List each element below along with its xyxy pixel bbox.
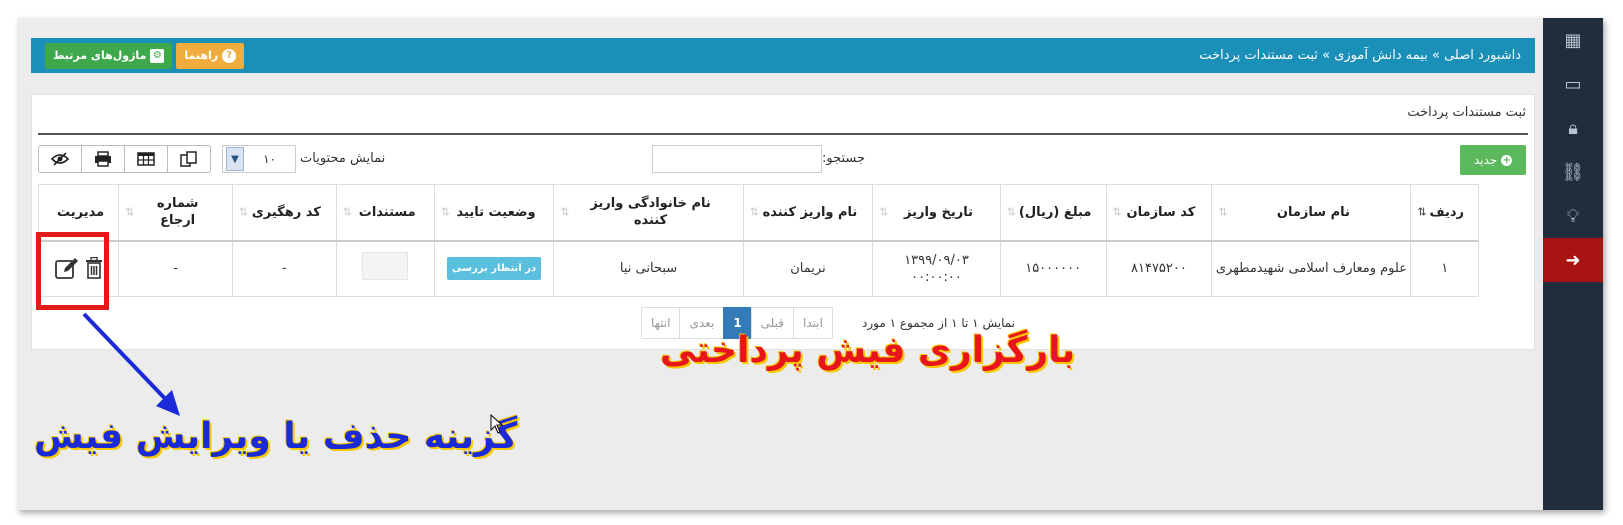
- column-header[interactable]: کد سازمان ⇅: [1105, 184, 1213, 242]
- sidebar: ▦ ▭ 🔒︎ ⛓︎ 💡︎ ➜: [1543, 18, 1603, 510]
- breadcrumb: داشبورد اصلی » بیمه دانش آموزی » ثبت مست…: [1199, 48, 1521, 63]
- header-label: نام سازمان: [1276, 204, 1350, 220]
- gears-icon: ⚙: [150, 48, 165, 63]
- column-header[interactable]: نام واریز کننده ⇅: [742, 184, 874, 242]
- page-length-value: ۱۰: [263, 152, 276, 166]
- cell-row-number: ۱: [1410, 240, 1479, 297]
- highlight-box: [36, 232, 109, 310]
- breadcrumb-bar: داشبورد اصلی » بیمه دانش آموزی » ثبت مست…: [31, 38, 1535, 73]
- sort-icon: ⇅: [560, 205, 570, 219]
- sort-icon: ⇅: [125, 205, 135, 219]
- breadcrumb-item-dashboard[interactable]: داشبورد اصلی: [1444, 48, 1521, 63]
- apps-grid-icon[interactable]: ▦: [1543, 18, 1603, 62]
- page-length-select[interactable]: ▼ ۱۰: [222, 145, 296, 173]
- payment-documents-panel: ثبت مستندات پرداخت + جدید جستجو: نمایش م…: [31, 94, 1535, 350]
- help-button[interactable]: ? راهنما: [176, 42, 245, 69]
- cell-tracking-code: -: [231, 240, 337, 297]
- sort-icon: ⇅: [749, 205, 759, 219]
- lightbulb-icon[interactable]: 💡︎: [1543, 194, 1603, 238]
- cell-org-name: علوم ومعارف اسلامی شهیدمطهری: [1211, 240, 1412, 297]
- annotation-arrow: [82, 312, 180, 416]
- column-header[interactable]: ردیف ⇅: [1410, 184, 1479, 242]
- breadcrumb-item-current: ثبت مستندات پرداخت: [1199, 48, 1318, 63]
- cell-last-name: سبحانی نیا: [553, 240, 744, 297]
- help-button-label: راهنما: [184, 49, 219, 62]
- annotation-title: بارگزاری فیش پرداختی: [660, 330, 1076, 371]
- column-header[interactable]: مستندات ⇅: [335, 184, 435, 242]
- sort-icon: ⇅: [440, 205, 450, 219]
- annotation-hint: گزینه حذف یا ویرایش فیش: [34, 416, 518, 457]
- header-label: نام خانوادگی واریز کننده: [590, 196, 711, 229]
- date-value: ۱۳۹۹/۰۹/۰۳: [904, 252, 969, 268]
- breadcrumb-separator: »: [1322, 48, 1331, 63]
- table-icon[interactable]: [124, 145, 168, 173]
- header-label: مستندات: [358, 204, 416, 220]
- breadcrumb-item-insurance[interactable]: بیمه دانش آموزی: [1334, 48, 1428, 63]
- time-value: ۰۰:۰۰:۰۰: [911, 269, 962, 285]
- search-label: جستجو:: [822, 151, 866, 166]
- monitor-icon[interactable]: ▭: [1543, 62, 1603, 106]
- header-label: مدیریت: [57, 204, 105, 220]
- cell-amount: ۱۵۰۰۰۰۰۰: [999, 240, 1107, 297]
- related-modules-button[interactable]: ⚙ ماژول‌های مرتبط: [45, 42, 173, 69]
- plus-circle-icon: +: [1501, 154, 1513, 166]
- mouse-cursor-icon: [490, 414, 504, 434]
- sort-icon: ⇅: [1417, 205, 1427, 219]
- header-label: مبلغ (ریال): [1018, 204, 1092, 220]
- table-tools: [38, 145, 211, 173]
- column-header[interactable]: کد رهگیری ⇅: [231, 184, 337, 242]
- print-icon[interactable]: [81, 145, 125, 173]
- cell-reference-no: -: [118, 240, 233, 297]
- table-row: ۱ علوم ومعارف اسلامی شهیدمطهری ۸۱۴۷۵۲۰۰ …: [37, 240, 1479, 297]
- header-label: شماره ارجاع: [156, 196, 199, 229]
- status-badge: در انتظار بررسی: [447, 257, 542, 281]
- page-length-label: نمایش محتویات: [300, 151, 386, 166]
- copy-icon[interactable]: [167, 145, 211, 173]
- column-header[interactable]: شماره ارجاع ⇅: [118, 184, 233, 242]
- document-thumbnail[interactable]: [362, 252, 409, 281]
- column-header[interactable]: نام سازمان ⇅: [1211, 184, 1412, 242]
- header-label: کد سازمان: [1126, 204, 1196, 220]
- top-button-group: ? راهنما ⚙ ماژول‌های مرتبط: [45, 42, 245, 69]
- column-header[interactable]: تاریخ واریز ⇅: [872, 184, 1001, 242]
- cell-documents: [335, 240, 435, 297]
- divider: [38, 133, 1528, 135]
- table-header-row: ردیف ⇅ نام سازمان ⇅ کد سازمان ⇅ مبلغ (ریال)…: [37, 184, 1479, 242]
- sort-icon: ⇅: [1112, 205, 1122, 219]
- table-info: نمایش ۱ تا ۱ از مجموع ۱ مورد: [862, 316, 1016, 330]
- new-button[interactable]: + جدید: [1460, 145, 1526, 175]
- column-header[interactable]: نام خانوادگی واریز کننده ⇅: [553, 184, 744, 242]
- cell-org-code: ۸۱۴۷۵۲۰۰: [1105, 240, 1213, 297]
- sort-icon: ⇅: [238, 205, 249, 219]
- sort-icon: ⇅: [342, 205, 352, 219]
- cell-status: در انتظار بررسی: [433, 240, 555, 297]
- app-window: ▦ ▭ 🔒︎ ⛓︎ 💡︎ ➜ داشبورد اصلی » بیمه دانش …: [18, 18, 1603, 510]
- sort-icon: ⇅: [1218, 205, 1228, 219]
- new-button-label: جدید: [1473, 153, 1498, 167]
- header-label: کد رهگیری: [251, 204, 321, 220]
- cell-date: ۱۳۹۹/۰۹/۰۳ ۰۰:۰۰:۰۰: [872, 240, 1001, 297]
- cell-first-name: نریمان: [742, 240, 874, 297]
- header-label: ردیف: [1429, 204, 1464, 220]
- lock-icon[interactable]: 🔒︎: [1543, 106, 1603, 150]
- eye-slash-icon[interactable]: [38, 145, 82, 173]
- breadcrumb-separator: »: [1431, 48, 1440, 63]
- related-modules-label: ماژول‌های مرتبط: [53, 49, 147, 62]
- question-icon: ?: [222, 48, 237, 63]
- logout-icon[interactable]: ➜: [1543, 238, 1603, 282]
- header-label: تاریخ واریز: [904, 204, 974, 220]
- panel-title: ثبت مستندات پرداخت: [1407, 105, 1526, 120]
- link-icon[interactable]: ⛓︎: [1543, 150, 1603, 194]
- sort-icon: ⇅: [1006, 205, 1016, 219]
- header-label: نام واریز کننده: [762, 204, 858, 220]
- search-input[interactable]: [652, 145, 822, 173]
- column-header[interactable]: مبلغ (ریال) ⇅: [999, 184, 1107, 242]
- payments-table: ردیف ⇅ نام سازمان ⇅ کد سازمان ⇅ مبلغ (ریال)…: [37, 184, 1479, 297]
- column-header[interactable]: وضعیت تایید ⇅: [433, 184, 555, 242]
- header-label: وضعیت تایید: [456, 204, 536, 220]
- chevron-down-icon[interactable]: ▼: [226, 147, 244, 171]
- sort-icon: ⇅: [879, 205, 889, 219]
